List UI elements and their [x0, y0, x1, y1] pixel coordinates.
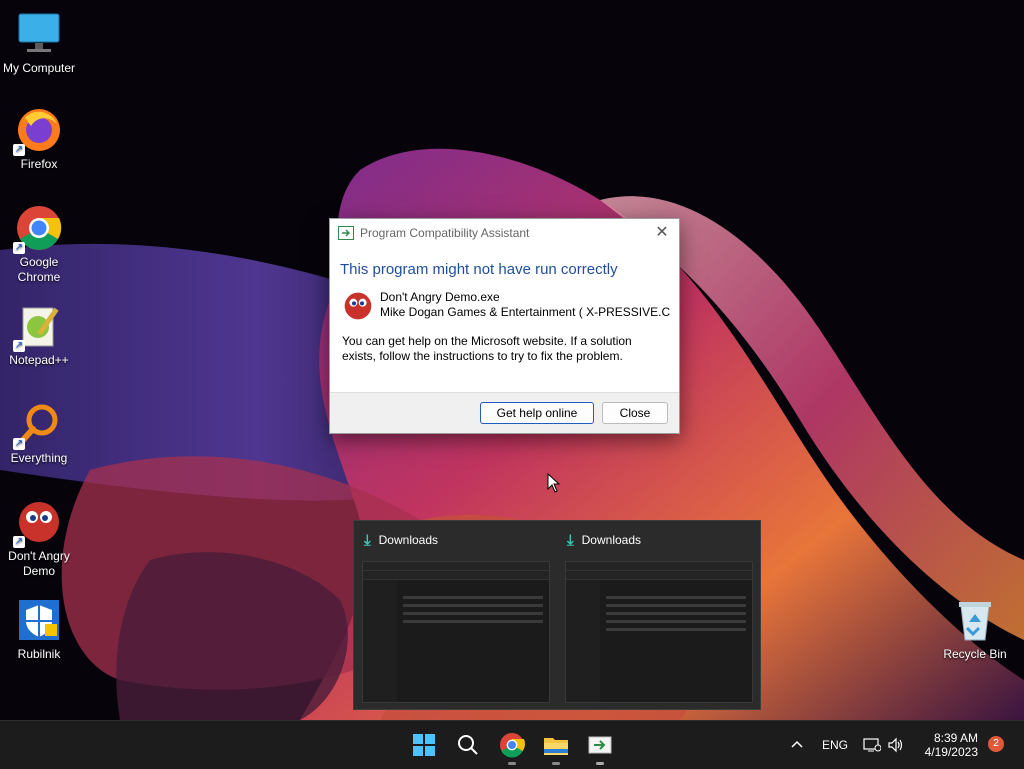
everything-search-icon: ↗	[13, 400, 63, 450]
start-button[interactable]	[408, 729, 440, 761]
file-explorer-icon	[544, 738, 568, 755]
preview-title: Downloads	[581, 533, 642, 547]
shortcut-arrow-icon: ↗	[13, 340, 25, 352]
program-publisher: Mike Dogan Games & Entertainment ( X-PRE…	[380, 305, 670, 319]
volume-icon	[888, 737, 903, 753]
preview-window-downloads-2[interactable]: ⤓ Downloads	[557, 521, 757, 709]
taskbar-compat-assistant[interactable]	[584, 729, 616, 765]
program-name: Don't Angry Demo.exe	[380, 290, 500, 304]
desktop-icon-recycle-bin[interactable]: Recycle Bin	[937, 596, 1013, 662]
download-icon: ⤓	[364, 531, 371, 549]
desktop-icon-firefox[interactable]: ↗ Firefox	[1, 106, 77, 172]
dialog-body: You can get help on the Microsoft websit…	[342, 334, 632, 363]
dont-angry-icon: ↗	[13, 498, 63, 548]
monitor-icon	[15, 10, 63, 58]
preview-title: Downloads	[378, 533, 439, 547]
close-button[interactable]: Close	[602, 402, 668, 424]
network-icon	[863, 738, 881, 752]
compat-assistant-icon	[338, 226, 354, 240]
dialog-title-bar[interactable]: Program Compatibility Assistant	[330, 219, 679, 247]
desktop-icon-my-computer[interactable]: My Computer	[1, 10, 77, 76]
dialog-heading: This program might not have run correctl…	[340, 261, 618, 278]
taskbar-chrome[interactable]	[496, 729, 528, 765]
firefox-icon: ↗	[13, 106, 63, 156]
desktop-icon-google-chrome[interactable]: ↗ Google Chrome	[1, 204, 77, 285]
clock-time: 8:39 AM	[933, 731, 978, 745]
shortcut-arrow-icon: ↗	[13, 242, 25, 254]
desktop-icon-notepad-plus-plus[interactable]: ↗ Notepad++	[1, 302, 77, 368]
preview-thumbnail	[362, 561, 550, 703]
windows-start-icon	[413, 734, 435, 756]
dialog-title: Program Compatibility Assistant	[360, 226, 530, 240]
language-indicator[interactable]: ENG	[822, 721, 848, 769]
tray-overflow-button[interactable]	[789, 721, 805, 769]
preview-thumbnail	[565, 561, 753, 703]
shortcut-arrow-icon: ↗	[13, 536, 25, 548]
download-icon: ⤓	[567, 531, 574, 549]
shortcut-arrow-icon: ↗	[13, 438, 25, 450]
chrome-icon: ↗	[13, 204, 63, 254]
notepad-plus-plus-icon: ↗	[13, 302, 63, 352]
compatibility-dialog: Program Compatibility Assistant ✕ This p…	[329, 218, 680, 434]
preview-window-downloads-1[interactable]: ⤓ Downloads	[354, 521, 554, 709]
desktop-icon-dont-angry-demo[interactable]: ↗ Don't Angry Demo	[1, 498, 77, 579]
close-icon[interactable]: ✕	[651, 222, 673, 244]
taskbar-file-explorer[interactable]	[540, 729, 572, 765]
desktop-icon-everything[interactable]: ↗ Everything	[1, 400, 77, 466]
get-help-online-button[interactable]: Get help online	[480, 402, 594, 424]
program-info: Don't Angry Demo.exe Mike Dogan Games & …	[330, 278, 679, 322]
shortcut-arrow-icon: ↗	[13, 144, 25, 156]
dialog-footer: Get help online Close	[330, 392, 679, 433]
desktop-icon-rubilnik[interactable]: Rubilnik	[1, 596, 77, 662]
notification-badge[interactable]: 2	[988, 736, 1004, 752]
clock[interactable]: 8:39 AM 4/19/2023	[918, 721, 978, 769]
compat-assistant-icon	[588, 736, 612, 754]
search-button[interactable]	[452, 729, 484, 761]
chevron-up-icon	[791, 740, 803, 748]
search-icon	[458, 735, 478, 755]
network-volume-button[interactable]	[863, 721, 905, 769]
taskbar-preview: ⤓ Downloads ⤓ Downloads	[353, 520, 761, 710]
chrome-icon	[500, 733, 526, 758]
dont-angry-icon	[342, 290, 374, 322]
recycle-bin-icon	[951, 596, 999, 644]
mouse-cursor-icon	[547, 473, 561, 493]
clock-date: 4/19/2023	[924, 745, 978, 759]
taskbar: ENG 8:39 AM 4/19/2023	[0, 720, 1024, 769]
shield-icon	[15, 596, 63, 644]
